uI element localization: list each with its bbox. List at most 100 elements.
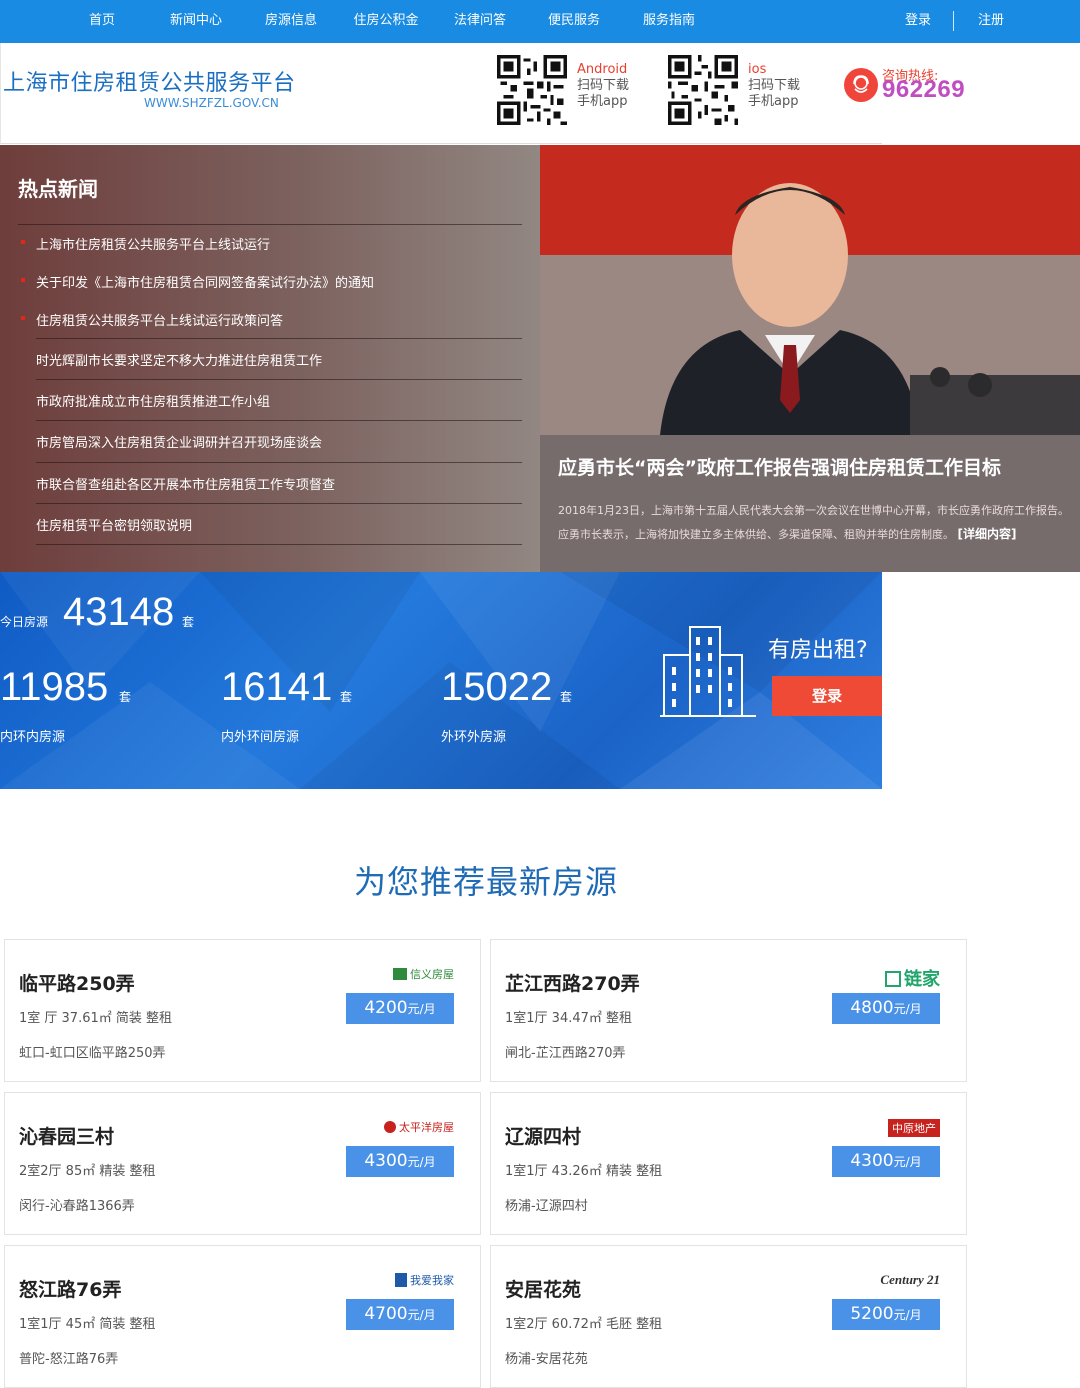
ios-app-text: 手机app (748, 94, 799, 109)
news-divider (18, 224, 522, 225)
listing-spec: 1室1厅 34.47㎡ 整租 (505, 1011, 633, 1026)
site-url: WWW.SHZFZL.GOV.CN (144, 96, 279, 110)
listing-card[interactable]: 沁春园三村 2室2厅 85㎡ 精装 整租 闵行-沁春路1366弄 太平洋房屋 4… (4, 1092, 481, 1235)
listing-name[interactable]: 安居花苑 (505, 1275, 581, 1302)
agency-logo: 链家 (885, 965, 940, 990)
headset-icon (844, 68, 878, 102)
price-tag[interactable]: 4700元/月 (346, 1299, 454, 1330)
inner-ring-count: 11985 (0, 665, 109, 709)
news-divider (36, 338, 522, 339)
listing-card[interactable]: 怒江路76弄 1室1厅 45㎡ 简装 整租 普陀-怒江路76弄 我爱我家 470… (4, 1245, 481, 1388)
ios-qr-code (668, 55, 738, 125)
today-listings-count: 43148 (63, 590, 175, 634)
news-divider (36, 503, 522, 504)
feature-summary-line1: 2018年1月23日，上海市第十五届人民代表大会第一次会议在世博中心开幕，市长应… (558, 504, 1069, 517)
unit-label: 套 (119, 690, 132, 704)
site-header: 上海市住房租赁公共服务平台 WWW.SHZFZL.GOV.CN Android … (0, 43, 882, 144)
news-divider (36, 379, 522, 380)
price-tag[interactable]: 4300元/月 (832, 1146, 940, 1177)
listing-address: 杨浦-辽源四村 (505, 1199, 588, 1214)
android-qr-code (497, 55, 567, 125)
nav-home[interactable]: 首页 (72, 0, 132, 43)
ios-scan-text: 扫码下载 (748, 78, 801, 93)
inner-ring-label: 内环内房源 (0, 730, 66, 745)
news-item[interactable]: 住房租赁平台密钥领取说明 (36, 515, 192, 534)
nav-news[interactable]: 新闻中心 (160, 0, 232, 43)
listing-name[interactable]: 临平路250弄 (19, 969, 135, 996)
news-item[interactable]: 市联合督查组赴各区开展本市住房租赁工作专项督查 (36, 474, 335, 493)
listing-card[interactable]: 临平路250弄 1室 厅 37.61㎡ 简装 整租 虹口-虹口区临平路250弄 … (4, 939, 481, 1082)
listing-address: 闸北-芷江西路270弄 (505, 1046, 626, 1061)
feature-photo[interactable] (540, 145, 1080, 435)
listing-spec: 1室1厅 45㎡ 简装 整租 (19, 1317, 156, 1332)
bullet-icon (21, 240, 25, 244)
hot-news-panel: 热点新闻 上海市住房租赁公共服务平台上线试运行 关于印发《上海市住房租赁合同网签… (0, 145, 540, 572)
news-item[interactable]: 住房租赁公共服务平台上线试运行政策问答 (36, 310, 283, 329)
nav-legal-qa[interactable]: 法律问答 (443, 0, 517, 43)
bullet-icon (21, 316, 25, 320)
price-tag[interactable]: 4800元/月 (832, 993, 940, 1024)
news-item[interactable]: 关于印发《上海市住房租赁合同网签备案试行办法》的通知 (36, 272, 374, 291)
news-item[interactable]: 上海市住房租赁公共服务平台上线试运行 (36, 234, 270, 253)
agency-logo: 太平洋房屋 (384, 1119, 454, 1137)
listing-address: 虹口-虹口区临平路250弄 (19, 1046, 166, 1061)
agency-logo: 我爱我家 (395, 1272, 454, 1290)
nav-listings[interactable]: 房源信息 (254, 0, 328, 43)
listing-card[interactable]: 芷江西路270弄 1室1厅 34.47㎡ 整租 闸北-芷江西路270弄 链家 4… (490, 939, 967, 1082)
listing-spec: 2室2厅 85㎡ 精装 整租 (19, 1164, 156, 1179)
nav-housing-fund[interactable]: 住房公积金 (347, 0, 425, 43)
nav-service-guide[interactable]: 服务指南 (632, 0, 706, 43)
listing-address: 普陀-怒江路76弄 (19, 1352, 119, 1367)
news-divider (36, 420, 522, 421)
news-item[interactable]: 时光辉副市长要求坚定不移大力推进住房租赁工作 (36, 350, 322, 369)
nav-convenience[interactable]: 便民服务 (537, 0, 611, 43)
unit-label: 套 (340, 690, 353, 704)
ios-download[interactable]: ios 扫码下载 手机app (748, 62, 800, 110)
news-item[interactable]: 市政府批准成立市住房租赁推进工作小组 (36, 391, 270, 410)
listing-card[interactable]: 辽源四村 1室1厅 43.26㎡ 精装 整租 杨浦-辽源四村 中原地产 4300… (490, 1092, 967, 1235)
listing-spec: 1室2厅 60.72㎡ 毛胚 整租 (505, 1317, 663, 1332)
price-tag[interactable]: 4300元/月 (346, 1146, 454, 1177)
news-divider (36, 544, 522, 545)
hotline-number: 962269 (882, 76, 966, 103)
agency-logo: 信义房屋 (393, 966, 454, 984)
hot-news-heading: 热点新闻 (18, 177, 98, 201)
price-tag[interactable]: 4200元/月 (346, 993, 454, 1024)
register-link[interactable]: 注册 (968, 0, 1014, 43)
top-nav: 首页 新闻中心 房源信息 住房公积金 法律问答 便民服务 服务指南 登录 注册 (0, 0, 1080, 43)
more-link[interactable]: [详细内容] (958, 527, 1017, 541)
rent-out-prompt: 有房出租? (768, 638, 868, 663)
listing-name[interactable]: 沁春园三村 (19, 1122, 114, 1149)
middle-ring-label: 内外环间房源 (221, 730, 300, 745)
feature-title[interactable]: 应勇市长“两会”政府工作报告强调住房租赁工作目标 (558, 453, 1001, 480)
listing-address: 杨浦-安居花苑 (505, 1352, 588, 1367)
listing-address: 闵行-沁春路1366弄 (19, 1199, 135, 1214)
unit-label: 套 (560, 690, 573, 704)
listing-spec: 1室1厅 43.26㎡ 精装 整租 (505, 1164, 663, 1179)
price-tag[interactable]: 5200元/月 (832, 1299, 940, 1330)
listing-name[interactable]: 芷江西路270弄 (505, 969, 640, 996)
news-item[interactable]: 市房管局深入住房租赁企业调研并召开现场座谈会 (36, 432, 322, 451)
feature-summary-line2: 应勇市长表示，上海将加快建立多主体供给、多渠道保障、租购并举的住房制度。 [详细… (558, 527, 1017, 541)
unit-label: 套 (182, 615, 195, 629)
listing-spec: 1室 厅 37.61㎡ 简装 整租 (19, 1011, 173, 1026)
listing-name[interactable]: 辽源四村 (505, 1122, 581, 1149)
agency-logo: 中原地产 (888, 1119, 940, 1137)
android-download[interactable]: Android 扫码下载 手机app (577, 62, 629, 110)
agency-logo: Century 21 (880, 1272, 940, 1287)
ios-label: ios (748, 62, 767, 77)
listing-stats: 今日房源 43148 套 11985 套 内环内房源 16141 套 内外环间房… (0, 572, 882, 789)
login-link[interactable]: 登录 (895, 0, 941, 43)
listing-card[interactable]: 安居花苑 1室2厅 60.72㎡ 毛胚 整租 杨浦-安居花苑 Century 2… (490, 1245, 967, 1388)
android-app-text: 手机app (577, 94, 628, 109)
feature-caption: 应勇市长“两会”政府工作报告强调住房租赁工作目标 2018年1月23日，上海市第… (540, 435, 1080, 572)
landlord-login-button[interactable]: 登录 (772, 676, 882, 716)
building-icon (660, 626, 756, 717)
nav-divider (953, 11, 954, 31)
news-banner: 热点新闻 上海市住房租赁公共服务平台上线试运行 关于印发《上海市住房租赁合同网签… (0, 145, 1080, 572)
site-title[interactable]: 上海市住房租赁公共服务平台 (3, 65, 296, 97)
today-listings-label: 今日房源 (0, 615, 49, 629)
news-divider (36, 462, 522, 463)
listing-name[interactable]: 怒江路76弄 (19, 1275, 121, 1302)
outer-ring-label: 外环外房源 (441, 730, 507, 745)
